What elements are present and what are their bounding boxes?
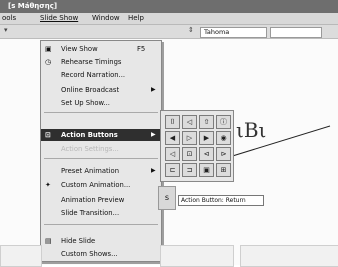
menu-item-record-narration[interactable]: Record Narration... <box>41 69 161 81</box>
bottom-cell <box>160 245 234 267</box>
menu-separator <box>44 224 158 225</box>
slideshow-icon: ▣ <box>45 45 52 53</box>
action-button-end[interactable]: ◉ <box>216 131 231 145</box>
menu-item-online-broadcast[interactable]: Online Broadcast ▶ <box>41 84 161 96</box>
bottom-cell <box>240 245 338 267</box>
menu-item-view-show[interactable]: ▣ View Show F5 <box>41 43 161 55</box>
menu-item-set-up-show[interactable]: Set Up Show... <box>41 97 161 109</box>
action-button-document[interactable]: ⊡ <box>182 147 197 161</box>
clock-icon: ◷ <box>45 58 52 66</box>
menu-item-action-settings: Action Settings... <box>61 145 119 153</box>
action-button-sound[interactable]: ⊲ <box>199 147 214 161</box>
action-button-information[interactable]: ⓘ <box>216 115 231 129</box>
action-button-movie[interactable]: ⊳ <box>216 147 231 161</box>
action-button-back[interactable]: ◀ <box>165 131 180 145</box>
action-button-home[interactable]: ◁ <box>182 115 197 129</box>
action-button-extra-4[interactable]: ⊞ <box>216 163 231 177</box>
submenu-arrow-icon: ▶ <box>151 167 156 174</box>
action-button-forward[interactable]: ▷ <box>182 131 197 145</box>
action-button-extra-1[interactable]: ⊏ <box>165 163 180 177</box>
action-button-extra-3[interactable]: ▣ <box>199 163 214 177</box>
menu-item-custom-shows[interactable]: Custom Shows... <box>41 248 161 260</box>
menu-item-slide-transition[interactable]: Slide Transition... <box>41 207 161 219</box>
menu-separator <box>44 112 158 113</box>
menu-item-action-buttons[interactable]: ⊡ Action Buttons ▶ <box>41 129 161 141</box>
toolbar-partial-button[interactable]: s <box>158 186 176 210</box>
action-buttons-submenu: ⌷ ◁ ⇧ ⓘ ◀ ▷ ▶ ◉ ◁ ⊡ ⊲ ⊳ ⊏ ⊐ ▣ ⊞ <box>160 110 234 182</box>
action-button-extra-2[interactable]: ⊐ <box>182 163 197 177</box>
menu-separator <box>44 158 158 159</box>
menu-item-preset-animation[interactable]: Preset Animation ▶ <box>41 165 161 177</box>
menu-item-animation-preview[interactable]: Animation Preview <box>41 194 161 206</box>
menu-item-rehearse-timings[interactable]: ◷ Rehearse Timings <box>41 56 161 68</box>
action-button-beginning[interactable]: ▶ <box>199 131 214 145</box>
action-button-return[interactable]: ◁ <box>165 147 180 161</box>
hide-slide-icon: ▤ <box>45 237 52 245</box>
custom-animation-icon: ✦ <box>45 181 51 189</box>
action-button-help[interactable]: ⇧ <box>199 115 214 129</box>
action-button-icon: ⊡ <box>45 131 51 139</box>
action-button-callout: Action Button: Return <box>178 195 264 206</box>
menu-item-hide-slide[interactable]: ▤ Hide Slide <box>41 235 161 247</box>
submenu-arrow-icon: ▶ <box>151 131 156 138</box>
submenu-arrow-icon: ▶ <box>151 86 156 93</box>
bottom-cell <box>0 245 42 267</box>
action-button-custom[interactable]: ⌷ <box>165 115 180 129</box>
slide-show-menu: ▣ View Show F5 ◷ Rehearse Timings Record… <box>40 40 162 262</box>
menu-item-custom-animation[interactable]: ✦ Custom Animation... <box>41 179 161 191</box>
